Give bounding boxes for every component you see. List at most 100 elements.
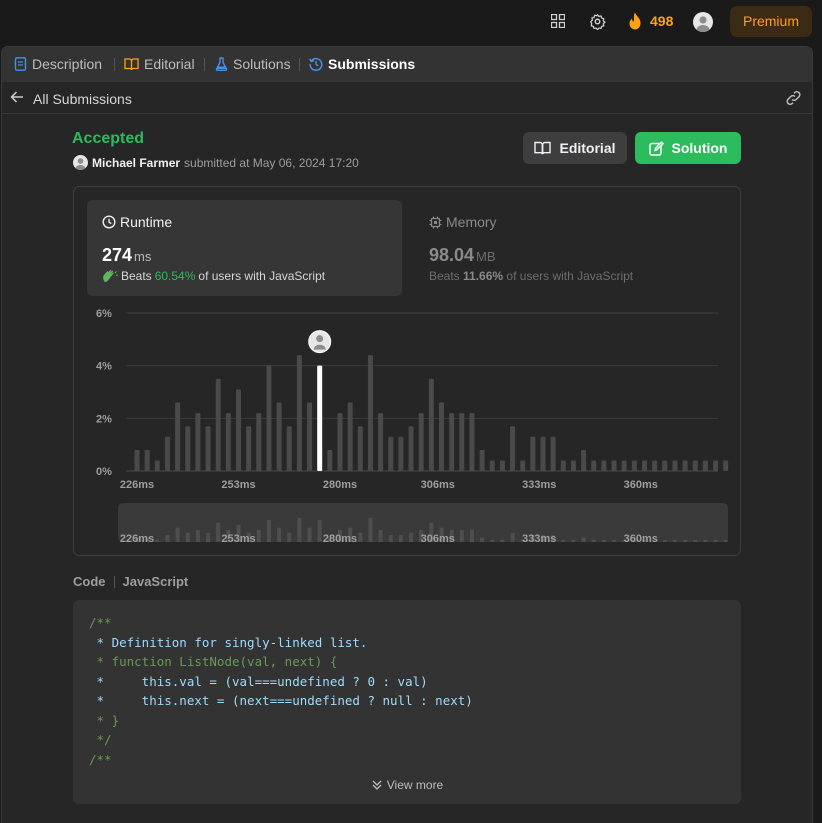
solution-button[interactable]: Solution [635,132,741,164]
code-viewer[interactable]: /** * Definition for singly-linked list.… [73,600,741,804]
overview-bar [459,529,464,542]
chart-bar [215,378,221,471]
chart-bar [286,426,292,471]
chart-bar [702,460,708,471]
overview-bar [287,532,292,542]
code-language: JavaScript [122,574,189,589]
view-more-button[interactable]: View more [73,778,741,792]
top-navbar: 498 Premium [0,0,822,44]
chart-bar [631,460,637,471]
tab-divider [299,58,300,71]
overview-bar [703,539,708,542]
chart-bar [642,460,647,471]
chart-bar [560,460,566,471]
book-icon [534,141,552,155]
overview-bar [155,539,160,542]
overview-bar [500,539,505,542]
chart-bar [225,413,231,471]
chart-bar [276,402,282,471]
highlighted-bar [317,365,323,471]
chart-bar [581,449,587,471]
x-tick-label: 226ms [120,479,154,491]
overview-bar [266,520,271,542]
overview-x-tick-label: 253ms [221,533,255,545]
overview-bar [469,529,474,542]
chart-bar [713,460,719,471]
tab-submissions[interactable]: Submissions [309,56,415,72]
layout-grid-icon[interactable] [551,14,565,28]
overview-bar [480,537,485,542]
overview-bar [612,539,617,542]
overview-bar [409,532,414,542]
y-tick-label: 0% [96,466,112,478]
chart-bar [662,460,668,471]
code-header: Code JavaScript [73,574,188,589]
code-line: * this.val = (val===undefined ? 0 : val) [89,673,428,689]
overview-bar [398,534,403,542]
book-icon [124,58,139,71]
tab-solutions[interactable]: Solutions [215,56,291,72]
chart-bar [428,378,434,471]
overview-bar [317,520,322,542]
chart-bar [723,460,729,471]
chart-bar [479,449,485,471]
overview-bar [297,517,302,542]
view-more-label: View more [386,778,444,792]
overview-x-tick-label: 226ms [120,533,154,545]
chart-bar [672,460,678,471]
chart-bar [205,426,211,471]
overview-bar [256,529,261,542]
overview-bar [683,539,688,542]
share-link-icon[interactable] [785,90,802,106]
gear-icon[interactable] [589,13,606,30]
chart-bar [246,426,252,471]
chart-bar [449,413,455,471]
arrow-left-icon[interactable] [10,90,24,104]
tab-description[interactable]: Description [14,56,102,72]
overview-bar [368,517,373,542]
chart-bar [611,460,617,471]
submitter-name[interactable]: Michael Farmer [92,156,180,170]
tab-description-label: Description [32,56,103,72]
chart-bar [499,460,505,471]
chart-bar [327,449,333,471]
overview-bar [713,539,718,542]
chart-bar [378,413,384,471]
tab-divider [204,58,205,71]
chart-bar [367,355,373,471]
chart-bar [682,460,688,471]
overview-bar [195,529,200,542]
tab-editorial[interactable]: Editorial [124,56,195,72]
x-tick-label: 253ms [221,479,255,491]
chart-bar [154,460,160,471]
user-avatar[interactable] [693,12,713,32]
editorial-button[interactable]: Editorial [523,132,627,164]
chart-bar [550,436,556,471]
overview-bar [601,539,606,542]
tab-bar: Description Editorial Solutions Submissi… [2,47,812,82]
premium-button[interactable]: Premium [730,6,812,37]
history-icon [309,57,323,71]
flask-icon [215,57,228,71]
chart-bar [418,413,424,471]
streak-count[interactable]: 498 [650,13,673,29]
edit-icon [648,140,664,156]
tab-solutions-label: Solutions [233,56,291,72]
x-tick-label: 306ms [421,479,455,491]
overview-bar [277,527,282,542]
chart-bar [591,460,597,471]
chart-bar [398,436,404,471]
chart-bar [692,460,698,471]
submitter-avatar[interactable] [73,155,88,170]
overview-bar [693,539,698,542]
chart-bar [266,365,272,471]
overview-bar [672,539,677,542]
overview-x-tick-label: 333ms [522,533,556,545]
fire-streak-icon[interactable] [627,12,643,30]
runtime-distribution-chart[interactable]: 6% 4% 2% 0% 226ms 253ms 280ms 306ms 333ms 360ms 22… [74,187,742,557]
chart-bar [540,436,546,471]
all-submissions-link[interactable]: All Submissions [33,91,132,107]
chart-bar [520,460,526,471]
chart-bar [530,436,536,471]
chart-bar [388,436,394,471]
